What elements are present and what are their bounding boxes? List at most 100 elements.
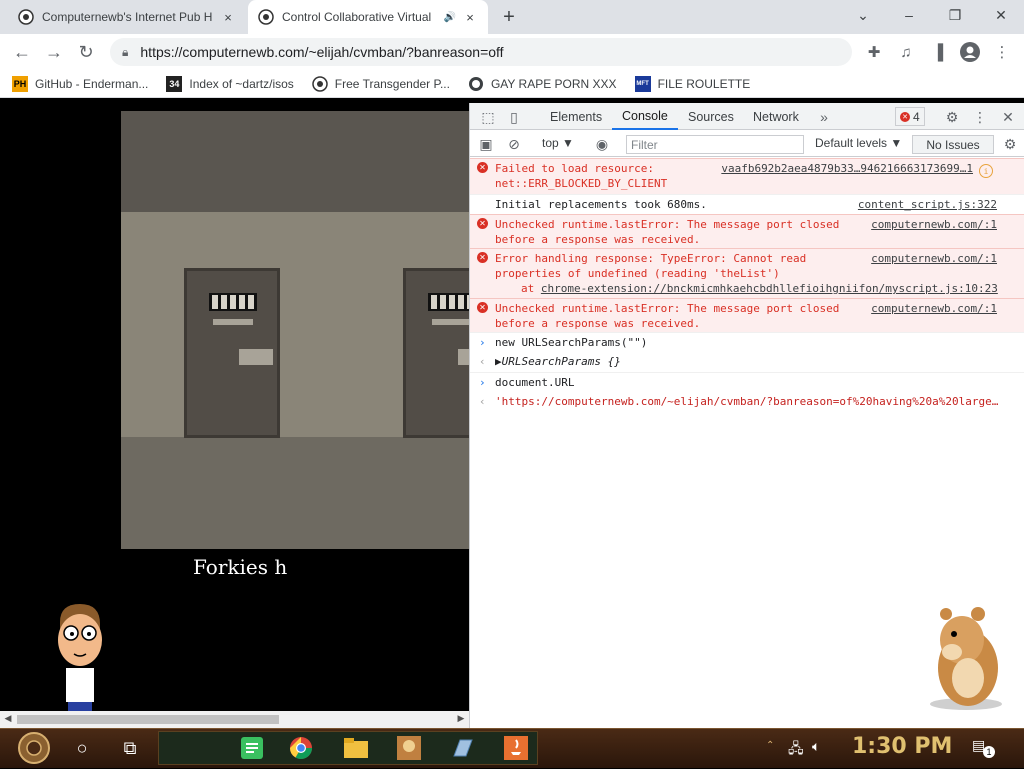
console-result[interactable]: ▶URLSearchParams {} [495,354,621,369]
speaker-icon[interactable]: 🔊 [444,12,456,23]
close-icon[interactable]: × [220,10,236,25]
chevron-right-icon: › [479,336,486,349]
more-tabs-icon[interactable]: » [814,107,834,127]
network-icon[interactable]: 🖧︎ [788,738,804,762]
tab-network[interactable]: Network [743,103,809,130]
bookmark-github[interactable]: PH GitHub - Enderman... [12,75,149,92]
file-explorer-icon[interactable] [340,732,372,764]
console-settings-gear-icon[interactable]: ⚙ [1000,134,1020,154]
console-message: Failed to load resource: net::ERR_BLOCKE… [495,162,668,190]
show-hidden-icons-icon[interactable]: ⌃ [766,740,774,751]
volume-icon[interactable]: 🔈︎ [812,738,820,755]
close-devtools-icon[interactable]: ✕ [998,107,1018,127]
tab-elements[interactable]: Elements [540,103,612,130]
bookmark-dartz-isos[interactable]: 34 Index of ~dartz/isos [166,75,294,92]
console-source-link[interactable]: computernewb.com/:1 [871,251,997,266]
notepad-app-icon[interactable] [446,732,478,764]
filter-input[interactable]: Filter [626,135,804,154]
live-expression-eye-icon[interactable]: ◉ [592,134,612,154]
restore-button[interactable]: ❐ [932,0,978,30]
bookmark-label: GitHub - Enderman... [35,76,149,91]
console-output-row: ‹ 'https://computernewb.com/~elijah/cvmb… [470,392,1024,412]
tab-search-icon[interactable]: ⌄ [840,0,886,30]
scroll-right-icon[interactable]: ▶ [455,713,467,725]
door-window-bars [428,293,469,311]
close-icon[interactable]: × [462,10,478,25]
console-source-link[interactable]: vaafb692b2aea4879b33…946216663173699…1 [721,161,973,176]
hamster-desktop-pet-image[interactable] [922,600,1008,712]
error-icon: ✕ [900,111,910,122]
tab-console[interactable]: Console [612,103,678,130]
url-text[interactable]: https://computernewb.com/~elijah/cvmban/… [140,44,503,60]
console-command: new URLSearchParams("") [495,336,648,349]
bookmark-file-roulette[interactable]: MFT FILE ROULETTE [634,75,750,92]
console-message: Error handling response: TypeError: Cann… [495,252,807,280]
computernewb-logo-icon [258,9,274,25]
minimize-button[interactable]: – [886,0,932,30]
profile-avatar-icon[interactable] [958,40,982,64]
tab-control-collaborative[interactable]: Control Collaborative Virtual 🔊 × [248,0,488,34]
devtools-menu-icon[interactable]: ⋮ [970,107,990,127]
settings-gear-icon[interactable]: ⚙ [942,107,962,127]
bookmark-free-transgender[interactable]: Free Transgender P... [312,75,450,92]
site-info-icon[interactable]: 🔒︎ [122,45,128,60]
console-result[interactable]: 'https://computernewb.com/~elijah/cvmban… [495,394,998,409]
extensions-icon[interactable]: ✚ [862,40,886,64]
stack-trace: at chrome-extension://bnckmicmhkaehcbdhl… [521,281,998,296]
inspect-element-icon[interactable]: ⬚ [478,107,498,127]
menu-kebab-icon[interactable]: ⋮ [990,40,1014,64]
console-source-link[interactable]: computernewb.com/:1 [871,217,997,232]
tab-internet-pub[interactable]: Computernewb's Internet Pub H × [8,0,246,34]
sticky-notes-icon[interactable] [236,732,268,764]
forward-button[interactable]: → [42,40,66,64]
console-message: Unchecked runtime.lastError: The message… [495,302,840,330]
error-count: 4 [913,109,920,124]
console-source-link[interactable]: computernewb.com/:1 [871,301,997,316]
context-selector[interactable]: top ▼ [542,136,574,150]
mft-logo-icon: MFT [634,75,651,92]
error-count-badge[interactable]: ✕ 4 [895,107,925,126]
device-toolbar-icon[interactable]: ▯ [504,107,524,127]
taskbar-clock[interactable]: 1:30 PM [852,734,952,759]
bookmark-label: Index of ~dartz/isos [189,76,294,91]
console-source-link[interactable]: content_script.js:322 [858,197,997,212]
reload-button[interactable]: ↻ [74,40,98,64]
chrome-icon[interactable] [285,732,317,764]
thirty-four-logo-icon: 34 [166,75,183,92]
scroll-left-icon[interactable]: ◀ [2,713,14,725]
game-app-icon[interactable] [393,732,425,764]
scrollbar-thumb[interactable] [17,715,279,724]
bookmark-gay-porn[interactable]: GAY RAPE PORN XXX [468,76,617,92]
cell-door [184,268,280,438]
address-bar[interactable]: 🔒︎ https://computernewb.com/~elijah/cvmb… [110,38,852,66]
console-log-row: Initial replacements took 680ms. content… [470,194,1024,214]
tab-sources[interactable]: Sources [678,103,744,130]
console-filter-bar: ▣ ⊘ top ▼ ◉ Filter Default levels ▼ No I… [470,131,1024,157]
issues-button[interactable]: No Issues [912,135,994,154]
chevron-right-icon: › [479,376,486,389]
warning-badge-icon[interactable]: i [979,164,993,178]
notification-center-icon[interactable]: ▤ 1 [972,737,995,759]
java-app-icon[interactable] [500,732,532,764]
door-plate [213,319,253,325]
door-handle [458,349,469,365]
sidebar-toggle-icon[interactable]: ▣ [476,134,496,154]
return-arrow-icon: ‹ [479,395,486,408]
log-levels-dropdown[interactable]: Default levels ▼ [815,136,902,150]
window-close-button[interactable]: ✕ [978,0,1024,30]
clear-console-icon[interactable]: ⊘ [504,134,524,154]
horizontal-scrollbar[interactable]: ◀ ▶ [0,711,469,728]
stack-trace-link[interactable]: chrome-extension://bnckmicmhkaehcbdhllef… [541,282,998,295]
task-view-icon[interactable]: ⧉ [114,732,146,764]
start-button[interactable] [12,730,56,766]
bookmark-label: GAY RAPE PORN XXX [490,76,617,91]
globe-icon [468,76,484,92]
stack-at-label: at [521,282,541,295]
game-canvas[interactable] [121,111,469,549]
game-caption: Forkies h [193,555,288,579]
new-tab-button[interactable]: + [498,6,520,28]
back-button[interactable]: ← [10,40,34,64]
cortana-search-icon[interactable]: ○ [66,732,98,764]
media-control-icon[interactable]: ♫ [894,40,918,64]
side-panel-icon[interactable]: ▐ [926,40,950,64]
